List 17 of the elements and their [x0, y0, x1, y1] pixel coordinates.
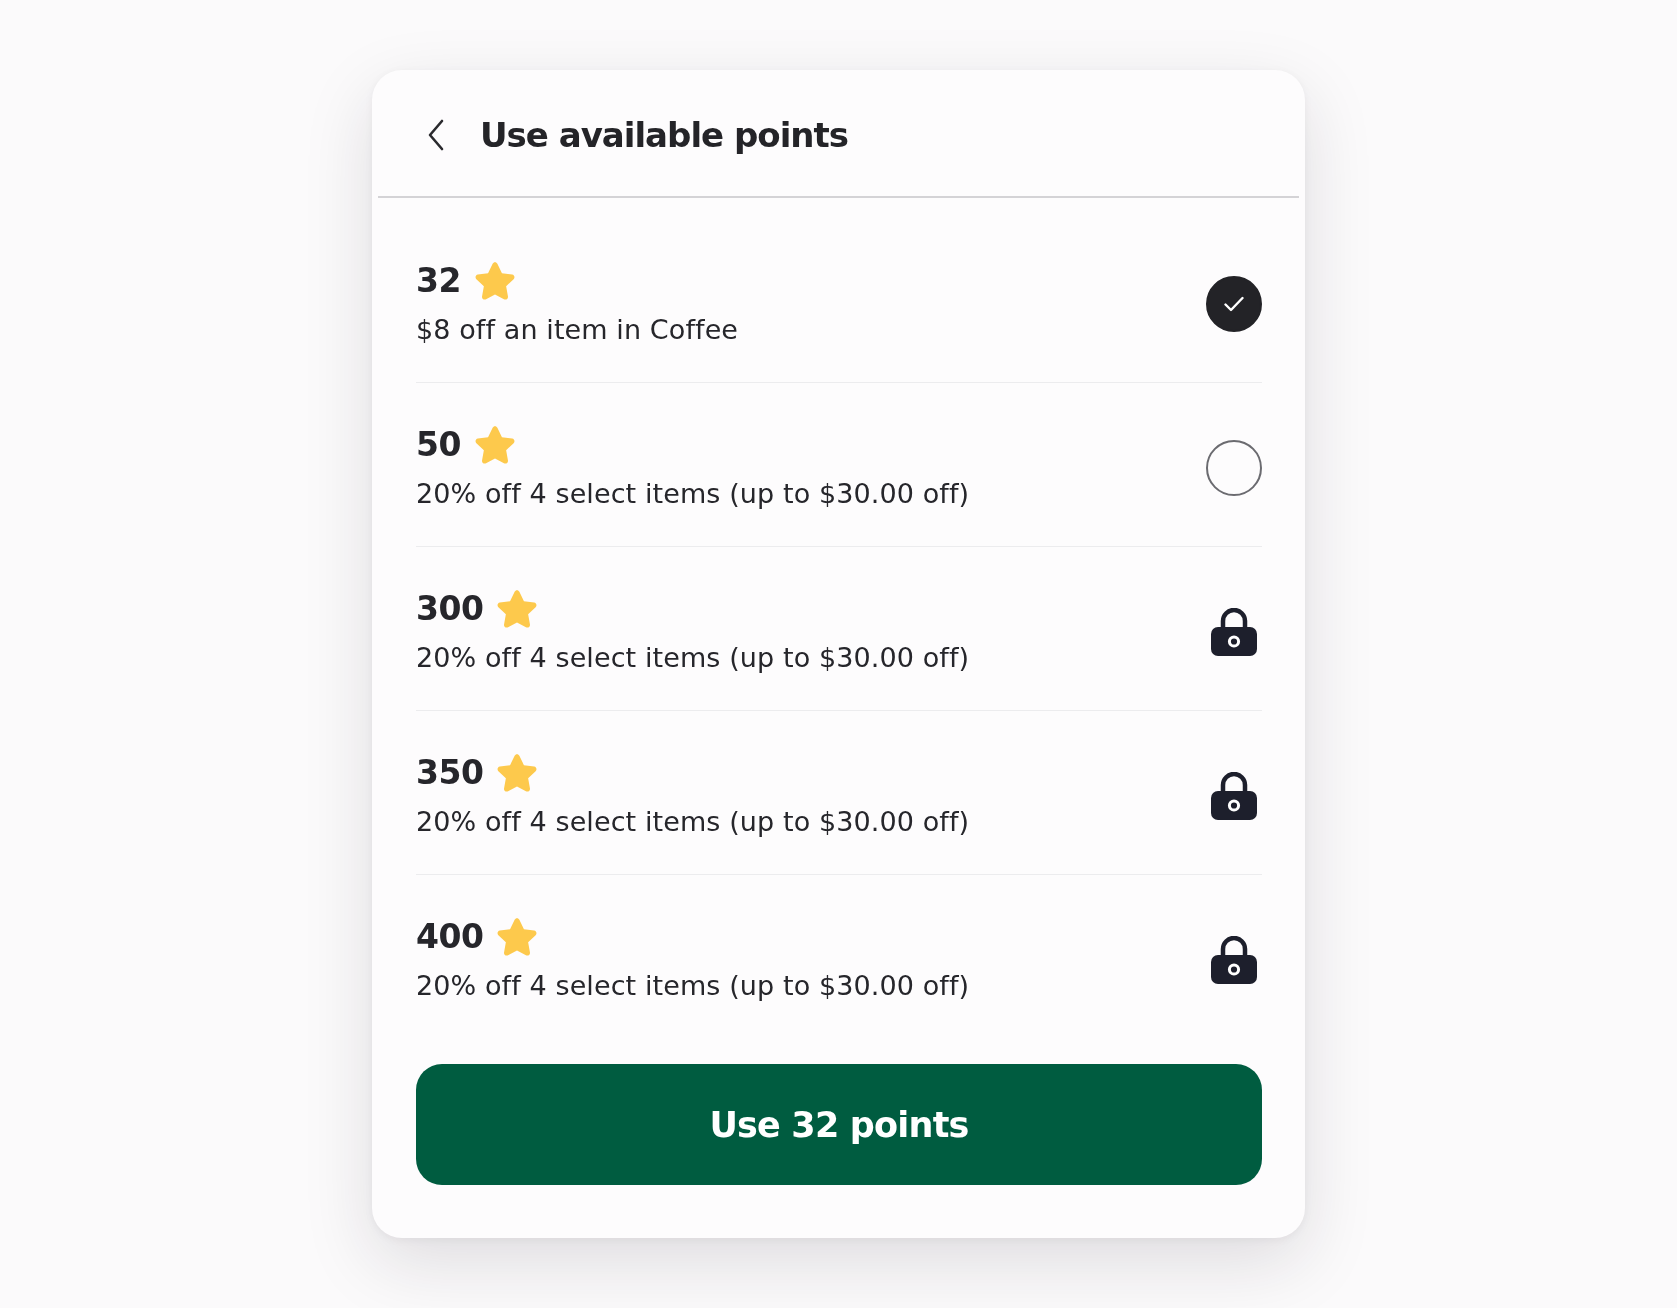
page-title: Use available points: [480, 114, 848, 157]
reward-description: 20% off 4 select items (up to $30.00 off): [416, 641, 970, 675]
points-value: 350: [416, 753, 484, 793]
reward-description: 20% off 4 select items (up to $30.00 off): [416, 477, 970, 511]
reward-description: 20% off 4 select items (up to $30.00 off): [416, 969, 970, 1003]
back-button[interactable]: [428, 119, 444, 151]
radio-button[interactable]: [1206, 440, 1262, 496]
chevron-left-icon: [428, 119, 444, 151]
points-value: 32: [416, 261, 461, 301]
points-value: 50: [416, 425, 461, 465]
points-value: 300: [416, 589, 484, 629]
use-points-button[interactable]: Use 32 points: [416, 1064, 1262, 1185]
reward-description: $8 off an item in Coffee: [416, 313, 739, 347]
points-value: 400: [416, 917, 484, 957]
radio-button[interactable]: [1206, 276, 1262, 332]
check-icon: [1224, 296, 1244, 312]
reward-description: 20% off 4 select items (up to $30.00 off): [416, 805, 970, 839]
